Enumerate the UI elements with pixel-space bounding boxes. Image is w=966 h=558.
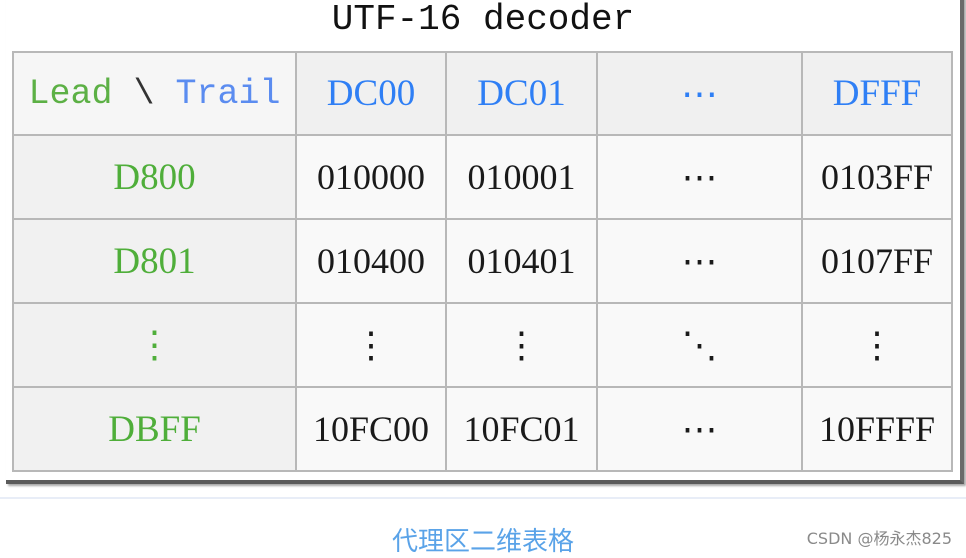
code-point-cell: 10FC01	[445, 386, 598, 472]
ellipsis-cell: ⋯	[596, 386, 803, 472]
utf16-decoder-table: Lead \ Trail DC00 DC01 ⋯ DFFF D800 01000…	[12, 51, 953, 472]
code-point-cell: 010001	[445, 134, 598, 220]
trail-header-ellipsis: ⋯	[596, 51, 803, 136]
vertical-ellipsis-cell: ⋮	[295, 302, 447, 388]
trail-header-cell: DFFF	[801, 51, 953, 136]
lead-header-cell: D801	[12, 218, 297, 304]
vertical-ellipsis-cell: ⋮	[445, 302, 598, 388]
code-point-cell: 010000	[295, 134, 447, 220]
table-row: D801 010400 010401 ⋯ 0107FF	[12, 218, 953, 304]
trail-header-cell: DC00	[295, 51, 447, 136]
trail-axis-label: Trail	[175, 73, 281, 114]
header-row: Lead \ Trail DC00 DC01 ⋯ DFFF	[12, 51, 953, 136]
ellipsis-cell: ⋯	[596, 134, 803, 220]
lead-header-cell: DBFF	[12, 386, 297, 472]
code-point-cell: 0103FF	[801, 134, 953, 220]
corner-header-cell: Lead \ Trail	[12, 51, 297, 136]
diagonal-ellipsis-cell: ⋱	[596, 302, 803, 388]
code-point-cell: 10FC00	[295, 386, 447, 472]
lead-vertical-ellipsis: ⋮	[12, 302, 297, 388]
lead-header-cell: D800	[12, 134, 297, 220]
ellipsis-cell: ⋯	[596, 218, 803, 304]
trail-header-cell: DC01	[445, 51, 598, 136]
table-row: D800 010000 010001 ⋯ 0103FF	[12, 134, 953, 220]
code-point-cell: 010400	[295, 218, 447, 304]
lead-axis-label: Lead	[28, 73, 113, 114]
code-point-cell: 0107FF	[801, 218, 953, 304]
caption-divider	[0, 497, 966, 499]
table-row: DBFF 10FC00 10FC01 ⋯ 10FFFF	[12, 386, 953, 472]
table-title: UTF-16 decoder	[331, 0, 635, 40]
vertical-ellipsis-cell: ⋮	[801, 302, 953, 388]
csdn-watermark: CSDN @杨永杰825	[806, 529, 952, 548]
table-row: ⋮ ⋮ ⋮ ⋱ ⋮	[12, 302, 953, 388]
code-point-cell: 10FFFF	[801, 386, 953, 472]
axis-separator: \	[112, 73, 176, 114]
figure-image: UTF-16 decoder Lead \ Trail DC00 DC01 ⋯ …	[0, 0, 966, 490]
code-point-cell: 010401	[445, 218, 598, 304]
